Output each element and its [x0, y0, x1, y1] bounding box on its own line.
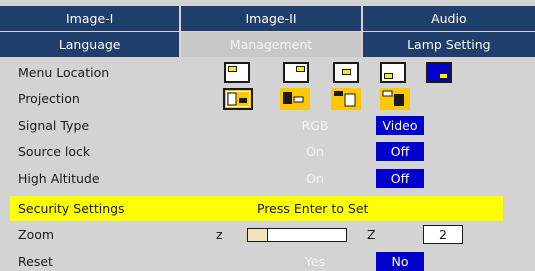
tab-lamp-setting[interactable]: Lamp Setting: [362, 32, 535, 57]
row-projection: Projection: [0, 86, 535, 111]
top-right-icon[interactable]: [283, 62, 309, 83]
bottom-right-icon[interactable]: [426, 62, 452, 83]
projection-label: Projection: [18, 91, 80, 106]
zoom-min-label: z: [216, 227, 223, 242]
row-reset: Reset Yes No: [0, 249, 535, 271]
signal-type-rgb-option[interactable]: RGB: [291, 116, 339, 135]
bottom-left-icon[interactable]: [380, 62, 406, 83]
rear-desktop-icon[interactable]: [280, 88, 310, 110]
menu-location-label: Menu Location: [18, 65, 110, 80]
top-left-icon[interactable]: [224, 62, 250, 83]
high-altitude-on-option[interactable]: On: [291, 169, 339, 188]
tab-image-1[interactable]: Image-I: [0, 6, 180, 31]
source-lock-label: Source lock: [18, 144, 91, 159]
source-lock-off-option[interactable]: Off: [376, 142, 424, 161]
row-signal-type: Signal Type RGB Video: [0, 113, 535, 138]
settings-panel: Menu Location Projection Signal Type RGB…: [0, 58, 535, 271]
zoom-slider[interactable]: [247, 228, 347, 242]
rear-ceiling-icon[interactable]: [380, 88, 410, 110]
zoom-max-label: Z: [367, 227, 376, 242]
row-zoom: Zoom z Z 2: [0, 222, 535, 247]
tab-management[interactable]: Management: [181, 32, 361, 57]
reset-label: Reset: [18, 254, 53, 269]
osd-menu: Image-I Image-II Audio Language Manageme…: [0, 0, 535, 271]
center-icon[interactable]: [333, 62, 359, 83]
tab-row-1: Image-I Image-II Audio: [0, 6, 535, 31]
tab-image-2[interactable]: Image-II: [181, 6, 361, 31]
row-menu-location: Menu Location: [0, 60, 535, 85]
high-altitude-off-option[interactable]: Off: [376, 169, 424, 188]
front-ceiling-icon[interactable]: [331, 88, 361, 110]
high-altitude-label: High Altitude: [18, 171, 100, 186]
front-desktop-icon[interactable]: [223, 88, 253, 110]
zoom-label: Zoom: [18, 227, 55, 242]
source-lock-on-option[interactable]: On: [291, 142, 339, 161]
row-security-settings[interactable]: Security Settings Press Enter to Set: [10, 196, 503, 221]
reset-no-option[interactable]: No: [376, 252, 424, 271]
signal-type-label: Signal Type: [18, 118, 90, 133]
tab-language[interactable]: Language: [0, 32, 180, 57]
security-settings-message: Press Enter to Set: [257, 201, 369, 216]
row-high-altitude: High Altitude On Off: [0, 166, 535, 191]
tab-row-2: Language Management Lamp Setting: [0, 32, 535, 57]
row-source-lock: Source lock On Off: [0, 139, 535, 164]
zoom-value: 2: [423, 225, 463, 244]
reset-yes-option[interactable]: Yes: [291, 252, 339, 271]
zoom-slider-fill: [248, 229, 268, 241]
signal-type-video-option[interactable]: Video: [376, 116, 424, 135]
security-settings-label: Security Settings: [18, 201, 125, 216]
tab-audio[interactable]: Audio: [362, 6, 535, 31]
